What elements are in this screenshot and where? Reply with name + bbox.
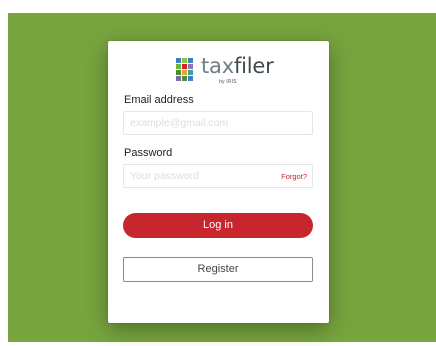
taxfiler-wordmark: taxfiler bbox=[201, 53, 274, 79]
password-field[interactable]: Your password Forgot? bbox=[123, 164, 313, 188]
forgot-password-link[interactable]: Forgot? bbox=[281, 172, 307, 181]
email-placeholder: example@gmail.com bbox=[130, 117, 229, 129]
login-button[interactable]: Log in bbox=[123, 213, 313, 238]
login-card: taxfiler by IRIS Email address example@g… bbox=[108, 41, 329, 323]
password-placeholder: Your password bbox=[130, 170, 200, 182]
taxfiler-logo-icon bbox=[176, 58, 193, 81]
taxfiler-logo: taxfiler by IRIS bbox=[174, 54, 274, 85]
password-label: Password bbox=[124, 147, 173, 159]
register-button[interactable]: Register bbox=[123, 257, 313, 282]
wordmark-tax: tax bbox=[201, 54, 234, 78]
email-field[interactable]: example@gmail.com bbox=[123, 111, 313, 135]
email-label: Email address bbox=[124, 94, 194, 106]
wordmark-filer: filer bbox=[233, 54, 274, 78]
logo-byline: by IRIS bbox=[219, 79, 237, 85]
